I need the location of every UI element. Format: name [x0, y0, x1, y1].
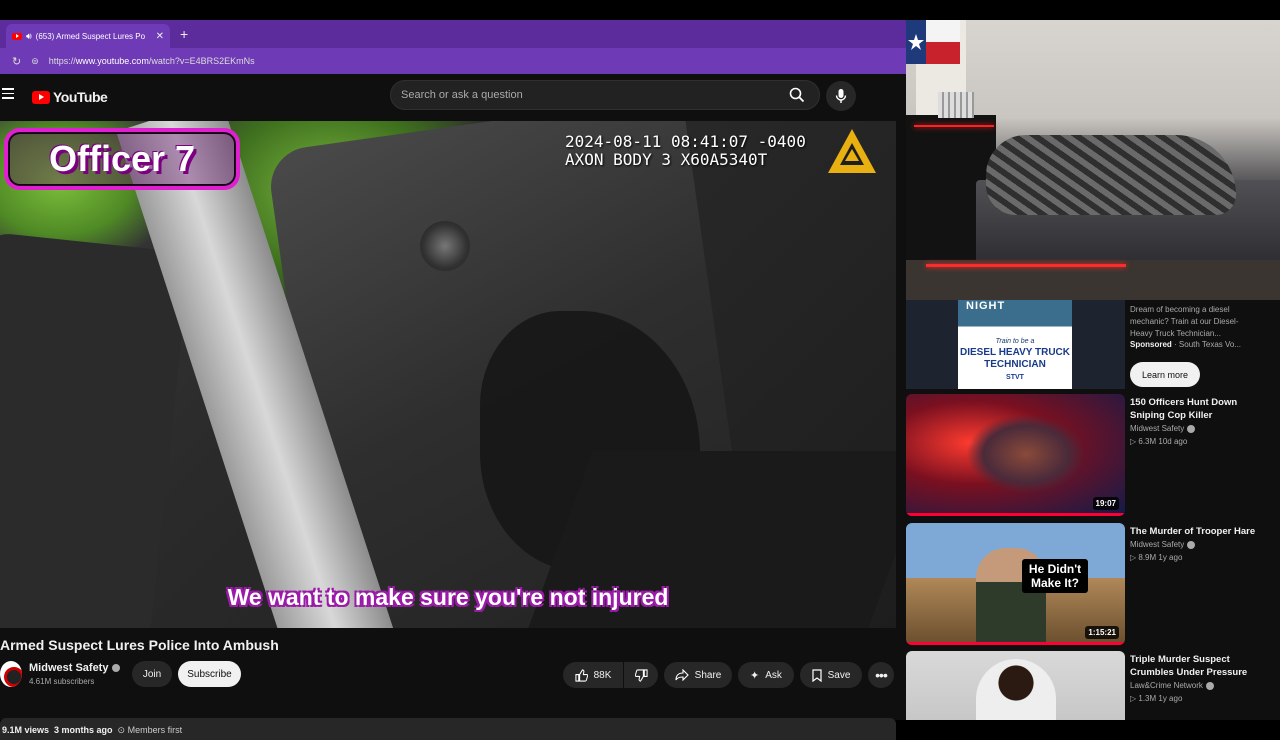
thumbs-down-icon [634, 668, 648, 682]
officer-overlay-badge: Officer 7 [4, 128, 240, 190]
site-info-icon[interactable]: ⊜ [31, 56, 39, 67]
thumbnail-caption: He Didn't Make It? [1022, 559, 1088, 593]
texas-flag-icon [906, 20, 960, 64]
channel-avatar[interactable] [0, 661, 22, 687]
recommended-title[interactable]: The Murder of Trooper Hare [1130, 525, 1270, 538]
tab-title: (653) Armed Suspect Lures Po [35, 31, 146, 41]
search-input[interactable] [391, 89, 783, 101]
recommended-video[interactable]: 19:07 150 Officers Hunt Down Sniping Cop… [906, 394, 1280, 516]
search-icon [789, 87, 805, 103]
recommended-stats: ▷ 1.3M 1y ago [1130, 694, 1183, 703]
verified-icon [112, 664, 121, 672]
like-button[interactable]: 88K [563, 662, 623, 688]
video-title: Armed Suspect Lures Police Into Ambush [0, 637, 279, 653]
view-count: 9.1M views [2, 725, 50, 735]
thumbs-up-icon [575, 668, 588, 682]
verified-icon [1205, 681, 1214, 690]
description-meta-bar[interactable]: 9.1M views 3 months ago ⊙ Members first [0, 718, 896, 740]
recommended-channel[interactable]: Midwest Safety [1130, 540, 1196, 549]
video-player[interactable]: Officer 7 2024-08-11 08:41:07 -0400 AXON … [0, 121, 896, 628]
video-duration: 19:07 [1092, 497, 1119, 510]
verified-icon [1187, 424, 1196, 433]
browser-tab-active[interactable]: 🔊︎ (653) Armed Suspect Lures Po ✕ [6, 24, 170, 48]
recommended-channel[interactable]: Midwest Safety [1130, 424, 1196, 433]
browser-window: 🔊︎ (653) Armed Suspect Lures Po ✕ + ↻ ⊜ … [0, 20, 906, 740]
ad-sponsor: Sponsored · South Texas Vo... [1130, 340, 1242, 349]
recommended-stats: ▷ 6.3M 10d ago [1130, 437, 1188, 446]
screen-top-bar [0, 0, 1280, 20]
share-button[interactable]: Share [664, 662, 732, 688]
video-thumbnail[interactable]: 19:07 [906, 394, 1125, 516]
search-box [390, 80, 820, 110]
tab-strip: 🔊︎ (653) Armed Suspect Lures Po ✕ + [0, 20, 906, 48]
youtube-play-icon [32, 90, 50, 104]
ad-description[interactable]: Dream of becoming a diesel mechanic? Tra… [1130, 304, 1250, 340]
video-thumbnail[interactable] [906, 651, 1125, 720]
youtube-favicon-icon [12, 32, 22, 40]
verified-icon [1187, 540, 1196, 549]
search-button[interactable] [783, 81, 811, 109]
learn-more-button[interactable]: Learn more [1130, 362, 1200, 387]
recommended-video[interactable]: He Didn't Make It? 1:15:21 The Murder of… [906, 523, 1280, 645]
new-tab-icon[interactable]: + [180, 26, 188, 42]
channel-row: Midwest Safety 4.61M subscribers Join Su… [0, 660, 896, 690]
dislike-button[interactable] [624, 662, 658, 688]
microphone-icon [835, 89, 847, 103]
address-bar[interactable]: ↻ ⊜ https://www.youtube.com/watch?v=E4BR… [0, 48, 906, 74]
youtube-logo-text: YouTube [53, 89, 108, 105]
bookmark-icon [811, 668, 822, 682]
url-text[interactable]: https://www.youtube.com/watch?v=E4BRS2EK… [49, 56, 255, 66]
share-icon [675, 669, 689, 681]
save-button[interactable]: Save [800, 662, 862, 688]
video-subtitle: We want to make sure you're not injured [227, 584, 669, 610]
recommended-channel[interactable]: Law&Crime Network [1130, 681, 1214, 690]
recommendations-sidebar: NIGHT Train to be a DIESEL HEAVY TRUCK T… [906, 300, 1280, 720]
youtube-header: YouTube [0, 74, 906, 120]
channel-name[interactable]: Midwest Safety [29, 662, 121, 674]
video-duration: 1:15:21 [1085, 626, 1119, 639]
speaker-icon[interactable]: 🔊︎ [26, 31, 32, 42]
axon-logo-icon [828, 129, 876, 173]
youtube-logo[interactable]: YouTube [32, 89, 108, 105]
ad-thumbnail[interactable]: NIGHT Train to be a DIESEL HEAVY TRUCK T… [906, 300, 1125, 389]
voice-search-button[interactable] [826, 81, 856, 111]
members-first-label: ⊙ Members first [117, 725, 183, 735]
close-tab-icon[interactable]: ✕ [156, 31, 164, 42]
webcam-overlay [906, 20, 1280, 300]
upload-age: 3 months ago [54, 725, 113, 735]
bodycam-timestamp: 2024-08-11 08:41:07 -0400 AXON BODY 3 X60… [565, 132, 806, 169]
more-actions-button[interactable]: ••• [868, 662, 894, 688]
ask-button[interactable]: ✦ Ask [738, 662, 794, 688]
join-button[interactable]: Join [132, 661, 172, 687]
sparkle-icon: ✦ [750, 669, 760, 682]
recommended-title[interactable]: Triple Murder Suspect Crumbles Under Pre… [1130, 653, 1270, 679]
watch-progress-bar [906, 513, 1125, 516]
more-icon: ••• [875, 667, 888, 683]
recommended-title[interactable]: 150 Officers Hunt Down Sniping Cop Kille… [1130, 396, 1270, 422]
video-thumbnail[interactable]: He Didn't Make It? 1:15:21 [906, 523, 1125, 645]
watch-progress-bar [906, 642, 1125, 645]
reload-icon[interactable]: ↻ [12, 55, 21, 68]
subscribe-button[interactable]: Subscribe [178, 661, 241, 687]
subscriber-count: 4.61M subscribers [29, 677, 95, 686]
menu-icon[interactable] [2, 88, 14, 102]
recommended-stats: ▷ 8.9M 1y ago [1130, 553, 1183, 562]
recommended-video[interactable]: Triple Murder Suspect Crumbles Under Pre… [906, 651, 1280, 720]
